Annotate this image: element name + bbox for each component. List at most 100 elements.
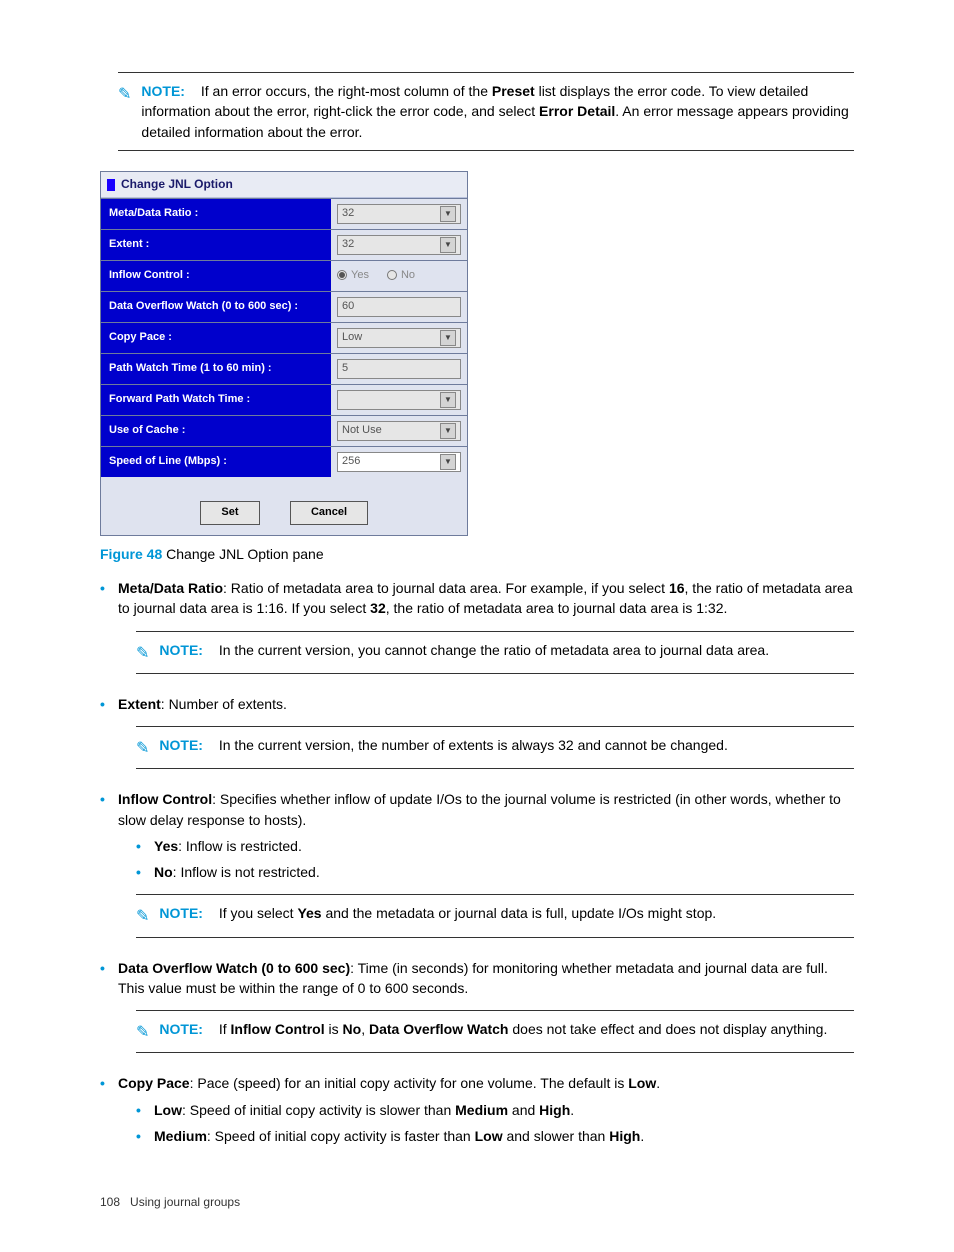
row-copy-pace: Copy Pace : Low ▼ xyxy=(101,322,467,353)
note-text: NOTE: In the current version, the number… xyxy=(159,735,854,755)
row-forward-path-watch-time: Forward Path Watch Time : ▼ xyxy=(101,384,467,415)
radio-label: No xyxy=(401,269,415,281)
title-square-icon xyxy=(107,179,115,191)
chevron-down-icon: ▼ xyxy=(440,454,456,470)
txt: . xyxy=(570,1102,574,1118)
txt-bold: High xyxy=(539,1102,570,1118)
select-value: Not Use xyxy=(342,423,382,439)
txt-bold: Medium xyxy=(455,1102,508,1118)
note-text: NOTE: If an error occurs, the right-most… xyxy=(141,81,854,142)
note-icon: ✎ xyxy=(136,737,149,760)
txt-bold: No xyxy=(343,1021,362,1037)
chevron-down-icon: ▼ xyxy=(440,237,456,253)
input-path-watch-time[interactable]: 5 xyxy=(337,359,461,379)
txt-bold: Preset xyxy=(492,83,535,99)
txt: : Ratio of metadata area to journal data… xyxy=(223,580,669,596)
txt-bold: Inflow Control xyxy=(231,1021,325,1037)
note-block: ✎ NOTE: In the current version, you cann… xyxy=(136,631,854,674)
row-data-overflow-watch: Data Overflow Watch (0 to 600 sec) : 60 xyxy=(101,291,467,322)
txt: does not take effect and does not displa… xyxy=(508,1021,827,1037)
radio-dot-icon xyxy=(387,270,397,280)
txt: : Inflow is not restricted. xyxy=(173,864,320,880)
select-forward-path-watch-time[interactable]: ▼ xyxy=(337,390,461,410)
txt: If an error occurs, the right-most colum… xyxy=(201,83,492,99)
radio-inflow-control[interactable]: Yes No xyxy=(337,268,415,284)
row-use-of-cache: Use of Cache : Not Use ▼ xyxy=(101,415,467,446)
txt: If you select xyxy=(219,905,298,921)
row-meta-data-ratio: Meta/Data Ratio : 32 ▼ xyxy=(101,198,467,229)
txt: If xyxy=(219,1021,231,1037)
note-label: NOTE: xyxy=(159,642,203,658)
txt: and xyxy=(508,1102,539,1118)
change-jnl-option-pane: Change JNL Option Meta/Data Ratio : 32 ▼… xyxy=(100,171,468,536)
label-copy-pace: Copy Pace : xyxy=(101,323,331,353)
sub-bullet-medium: Medium: Speed of initial copy activity i… xyxy=(136,1126,854,1146)
chevron-down-icon: ▼ xyxy=(440,206,456,222)
txt: : Inflow is restricted. xyxy=(178,838,302,854)
sub-bullet-yes: Yes: Inflow is restricted. xyxy=(136,836,854,856)
note-label: NOTE: xyxy=(159,1021,203,1037)
row-path-watch-time: Path Watch Time (1 to 60 min) : 5 xyxy=(101,353,467,384)
note-icon: ✎ xyxy=(136,905,149,928)
label-meta-data-ratio: Meta/Data Ratio : xyxy=(101,199,331,229)
figure-caption: Figure 48 Change JNL Option pane xyxy=(100,544,854,564)
select-speed-of-line[interactable]: 256 ▼ xyxy=(337,452,461,472)
radio-dot-icon xyxy=(337,270,347,280)
label-inflow-control: Inflow Control : xyxy=(101,261,331,291)
term: Data Overflow Watch (0 to 600 sec) xyxy=(118,960,350,976)
chevron-down-icon: ▼ xyxy=(440,330,456,346)
input-value: 60 xyxy=(342,299,354,315)
txt: . xyxy=(640,1128,644,1144)
page-number: 108 xyxy=(100,1195,120,1209)
note-text: NOTE: In the current version, you cannot… xyxy=(159,640,854,660)
select-value: 32 xyxy=(342,206,354,222)
term: Yes xyxy=(154,838,178,854)
txt: : Speed of initial copy activity is fast… xyxy=(207,1128,475,1144)
txt: In the current version, the number of ex… xyxy=(219,737,728,753)
input-data-overflow-watch[interactable]: 60 xyxy=(337,297,461,317)
figure-label: Figure 48 xyxy=(100,546,162,562)
footer-title: Using journal groups xyxy=(130,1195,240,1209)
select-extent[interactable]: 32 ▼ xyxy=(337,235,461,255)
txt-bold: Low xyxy=(628,1075,656,1091)
txt: . xyxy=(656,1075,660,1091)
select-meta-data-ratio[interactable]: 32 ▼ xyxy=(337,204,461,224)
note-icon: ✎ xyxy=(136,642,149,665)
txt: is xyxy=(325,1021,343,1037)
select-value: 256 xyxy=(342,454,360,470)
bullet-copy-pace: Copy Pace: Pace (speed) for an initial c… xyxy=(100,1073,854,1146)
sub-bullet-low: Low: Speed of initial copy activity is s… xyxy=(136,1100,854,1120)
sub-bullet-list: Yes: Inflow is restricted. No: Inflow is… xyxy=(136,836,854,883)
select-copy-pace[interactable]: Low ▼ xyxy=(337,328,461,348)
dialog-title-text: Change JNL Option xyxy=(121,176,233,193)
label-speed-of-line: Speed of Line (Mbps) : xyxy=(101,447,331,477)
note-text: NOTE: If Inflow Control is No, Data Over… xyxy=(159,1019,854,1039)
txt-bold: 32 xyxy=(370,600,386,616)
term: Extent xyxy=(118,696,161,712)
txt: , xyxy=(361,1021,369,1037)
term: Medium xyxy=(154,1128,207,1144)
page-footer: 108 Using journal groups xyxy=(100,1194,854,1211)
set-button[interactable]: Set xyxy=(200,501,260,525)
bullet-data-overflow-watch: Data Overflow Watch (0 to 600 sec): Time… xyxy=(100,958,854,1054)
select-value: Low xyxy=(342,330,362,346)
term: Meta/Data Ratio xyxy=(118,580,223,596)
term: No xyxy=(154,864,173,880)
dialog-title-bar: Change JNL Option xyxy=(101,172,467,198)
note-block: ✎ NOTE: If Inflow Control is No, Data Ov… xyxy=(136,1010,854,1053)
txt: and the metadata or journal data is full… xyxy=(322,905,717,921)
txt-bold: Data Overflow Watch xyxy=(369,1021,509,1037)
cancel-button[interactable]: Cancel xyxy=(290,501,368,525)
select-use-of-cache[interactable]: Not Use ▼ xyxy=(337,421,461,441)
note-label: NOTE: xyxy=(141,83,185,99)
row-inflow-control: Inflow Control : Yes No xyxy=(101,260,467,291)
txt-bold: Low xyxy=(475,1128,503,1144)
txt: : Number of extents. xyxy=(161,696,287,712)
term: Inflow Control xyxy=(118,791,212,807)
row-speed-of-line: Speed of Line (Mbps) : 256 ▼ xyxy=(101,446,467,477)
sub-bullet-no: No: Inflow is not restricted. xyxy=(136,862,854,882)
row-extent: Extent : 32 ▼ xyxy=(101,229,467,260)
term: Copy Pace xyxy=(118,1075,190,1091)
bullet-meta-data-ratio: Meta/Data Ratio: Ratio of metadata area … xyxy=(100,578,854,674)
select-value: 32 xyxy=(342,237,354,253)
